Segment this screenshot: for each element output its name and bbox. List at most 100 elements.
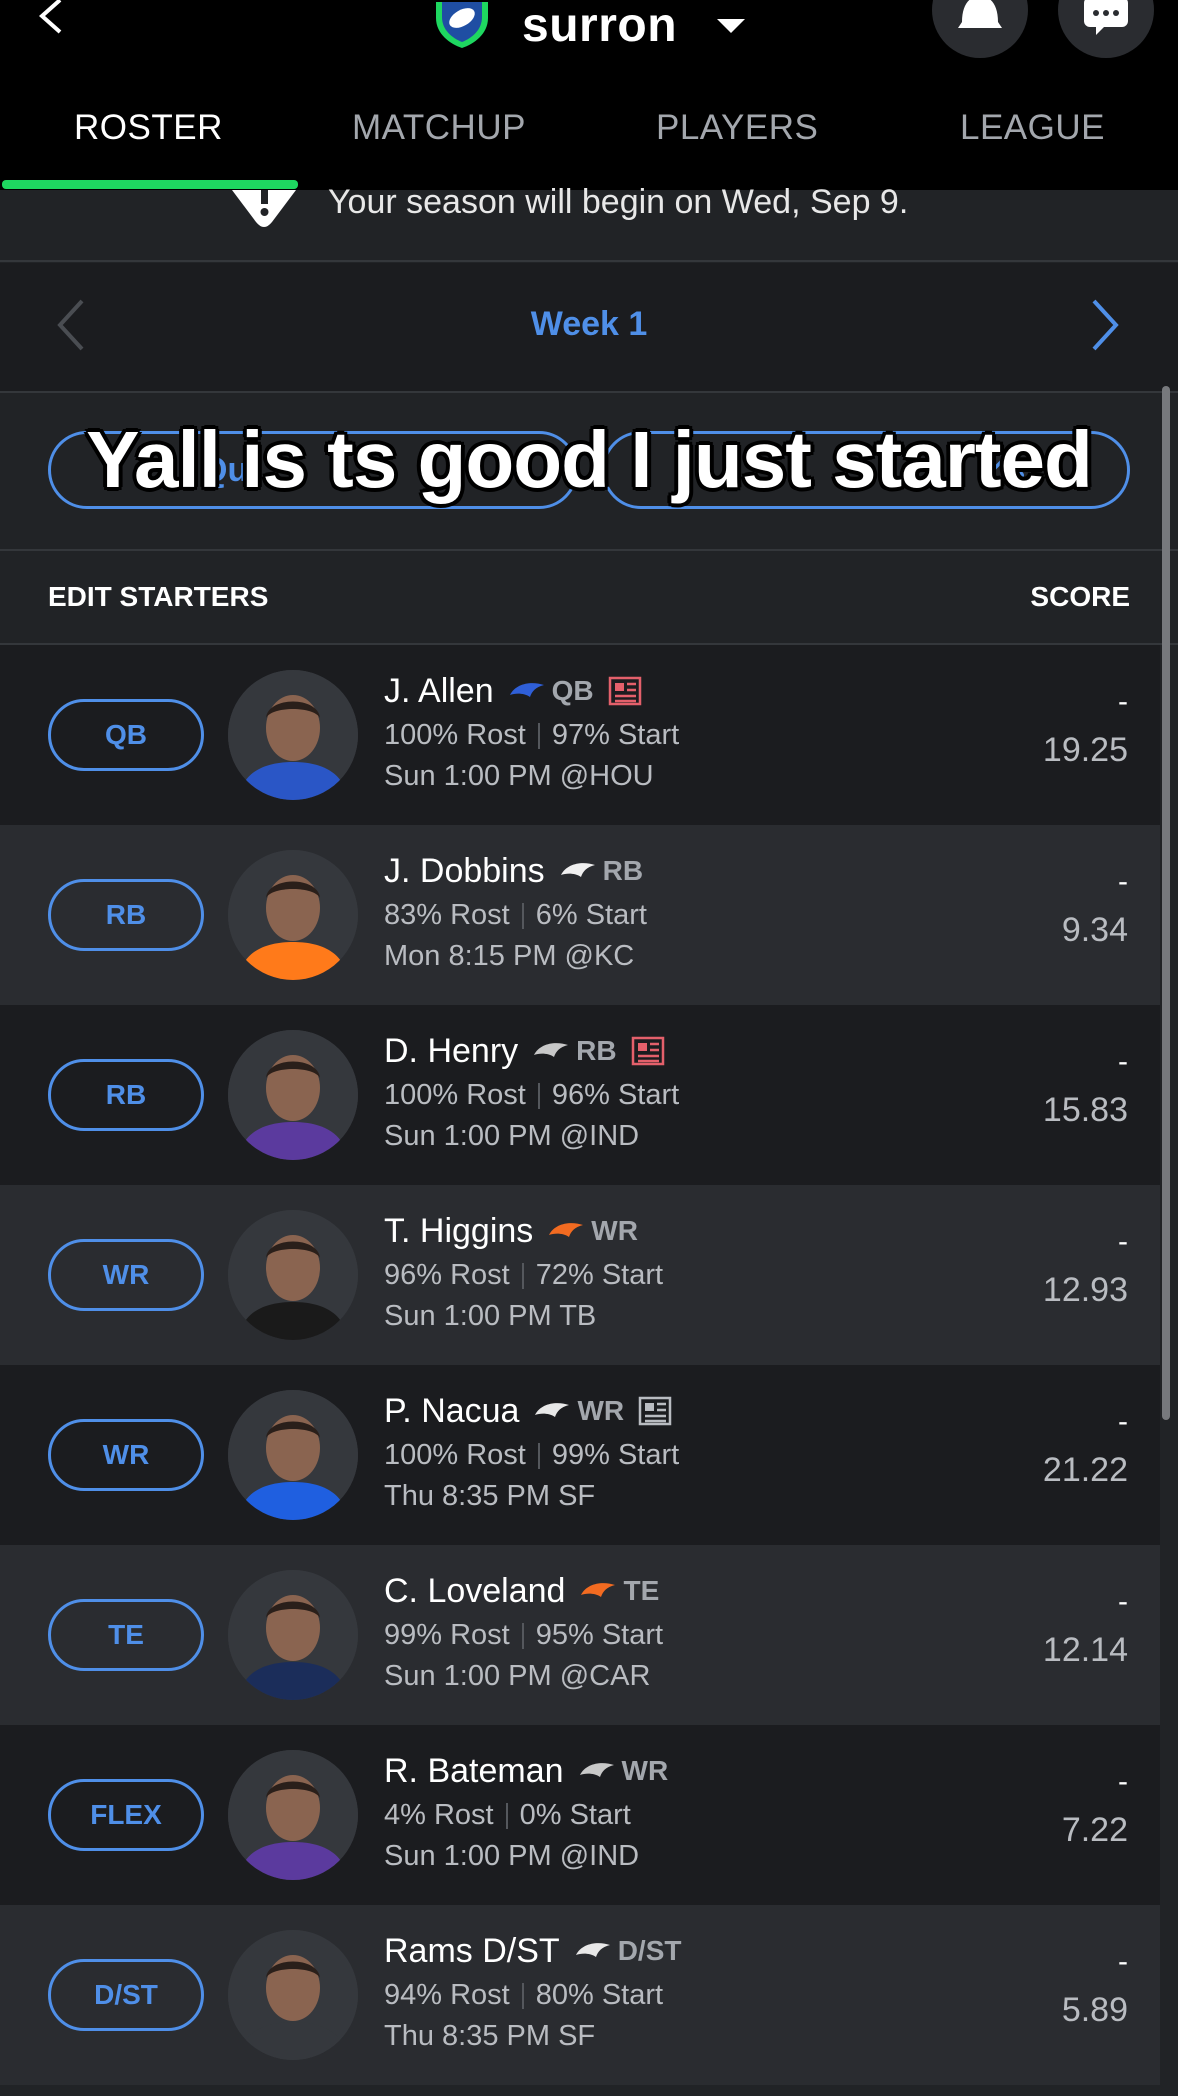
rostered-percent: 83% Rost [384,899,510,931]
player-headshot[interactable] [228,1570,358,1700]
news-icon[interactable] [631,1036,665,1066]
projected-score: 15.83 [1042,1091,1128,1129]
player-position: QB [551,675,594,706]
roster-row[interactable]: RB J. Dobbins RB 83% Rost 6% Start Mon 8… [0,825,1160,1005]
lineup-slot-button[interactable]: RB [48,879,204,951]
player-name[interactable]: J. Dobbins [384,852,545,891]
divider [521,903,524,930]
league-selector[interactable]: surron [430,0,746,52]
lineup-slot-button[interactable]: RB [48,1059,204,1131]
divider [521,1983,524,2010]
player-name[interactable]: R. Bateman [384,1752,564,1791]
player-ownership: 99% Rost 95% Start [384,1619,663,1652]
player-name[interactable]: T. Higgins [384,1212,533,1251]
lineup-slot-button[interactable]: TE [48,1599,204,1671]
player-name[interactable]: J. Allen [384,672,494,711]
player-position: WR [591,1215,638,1246]
roster-row[interactable]: TE C. Loveland TE 99% Rost 95% Start Sun… [0,1545,1160,1725]
roster-row[interactable]: RB D. Henry RB 100% Rost 96% Start Sun 1… [0,1005,1160,1185]
projected-score: 5.89 [1061,1991,1128,2029]
player-name[interactable]: D. Henry [384,1032,518,1071]
player-name[interactable]: Rams D/ST [384,1932,560,1971]
score-column-header: SCORE [1030,581,1130,612]
player-headshot[interactable] [228,1930,358,2060]
player-ownership: 94% Rost 80% Start [384,1979,663,2012]
projected-score: 12.14 [1042,1631,1128,1669]
player-position: WR [577,1395,625,1426]
player-headshot[interactable] [228,1390,358,1520]
player-photo-icon [228,1390,358,1520]
divider [521,1263,524,1290]
bell-icon [958,0,1002,28]
starters-header: EDIT STARTERS SCORE [0,551,1178,645]
tab-players[interactable]: PLAYERS [656,108,818,148]
roster-list: QB J. Allen QB 100% Rost 97% Start Sun 1… [0,645,1160,2085]
scrollbar[interactable] [1162,386,1170,1420]
rostered-percent: 100% Rost [384,1439,526,1471]
roster-row[interactable]: WR P. Nacua WR 100% Rost 99% Start Thu 8… [0,1365,1160,1545]
lineup-slot-button[interactable]: WR [48,1239,204,1311]
player-position: D/ST [617,1935,682,1966]
next-week-icon[interactable] [1090,299,1120,356]
notifications-button[interactable] [932,0,1028,58]
started-percent: 96% Start [551,1079,680,1111]
week-label[interactable]: Week 1 [0,305,1178,344]
roster-row[interactable]: QB J. Allen QB 100% Rost 97% Start Sun 1… [0,645,1160,825]
divider [537,1443,540,1470]
messages-button[interactable] [1058,0,1154,58]
lineup-slot-button[interactable]: WR [48,1419,204,1491]
player-headshot[interactable] [228,1210,358,1340]
player-photo-icon [228,1750,358,1880]
started-percent: 6% Start [535,899,647,931]
started-percent: 99% Start [551,1439,680,1471]
player-photo-icon [228,1570,358,1700]
main-tabs: ROSTER MATCHUP PLAYERS LEAGUE [0,96,1178,190]
week-selector: Week 1 [0,263,1178,393]
team-logo-icon [509,683,544,697]
game-info: Thu 8:35 PM SF [384,2020,596,2052]
lineup-slot-button[interactable]: QB [48,699,204,771]
game-info: Thu 8:35 PM SF [384,1480,596,1512]
lineup-slot-button[interactable]: D/ST [48,1959,204,2031]
player-ownership: 4% Rost 0% Start [384,1799,631,1832]
edit-starters-label: EDIT STARTERS [48,581,269,612]
actual-score: - [1118,1045,1128,1078]
game-info: Mon 8:15 PM @KC [384,940,635,972]
game-info: Sun 1:00 PM @IND [384,1840,640,1872]
started-percent: 80% Start [535,1979,664,2011]
rostered-percent: 100% Rost [384,719,526,751]
tab-matchup[interactable]: MATCHUP [352,108,526,148]
roster-row[interactable]: WR T. Higgins WR 96% Rost 72% Start Sun … [0,1185,1160,1365]
player-name[interactable]: P. Nacua [384,1392,519,1431]
roster-row[interactable]: FLEX R. Bateman WR 4% Rost 0% Start Sun … [0,1725,1160,1905]
tab-league[interactable]: LEAGUE [960,108,1105,148]
player-headshot[interactable] [228,850,358,980]
player-ownership: 100% Rost 97% Start [384,719,679,752]
game-info: Sun 1:00 PM @CAR [384,1660,651,1692]
player-headshot[interactable] [228,670,358,800]
started-percent: 0% Start [519,1799,631,1831]
actual-score: - [1118,1225,1128,1258]
player-headshot[interactable] [228,1750,358,1880]
rostered-percent: 94% Rost [384,1979,510,2011]
team-logo-icon [534,1043,569,1057]
rostered-percent: 99% Rost [384,1619,510,1651]
player-name[interactable]: C. Loveland [384,1572,565,1611]
tab-roster[interactable]: ROSTER [74,108,223,148]
news-icon[interactable] [608,676,642,706]
actual-score: - [1118,1405,1128,1438]
divider [505,1803,508,1830]
app-top-bar: surron ROSTER MATCHUP PLAYERS LEAGUE [0,0,1178,190]
news-icon[interactable] [638,1396,672,1426]
team-logo-icon [549,1223,584,1237]
alert-icon [232,190,296,235]
lineup-slot-button[interactable]: FLEX [48,1779,204,1851]
chat-bubble-icon [1084,0,1128,35]
back-arrow-icon[interactable] [36,0,66,40]
roster-row[interactable]: D/ST Rams D/ST D/ST 94% Rost 80% Start T… [0,1905,1160,2085]
projected-score: 21.22 [1042,1451,1128,1489]
team-logo-icon [579,1763,614,1777]
started-percent: 97% Start [551,719,680,751]
player-photo-icon [228,1930,358,2060]
player-headshot[interactable] [228,1030,358,1160]
